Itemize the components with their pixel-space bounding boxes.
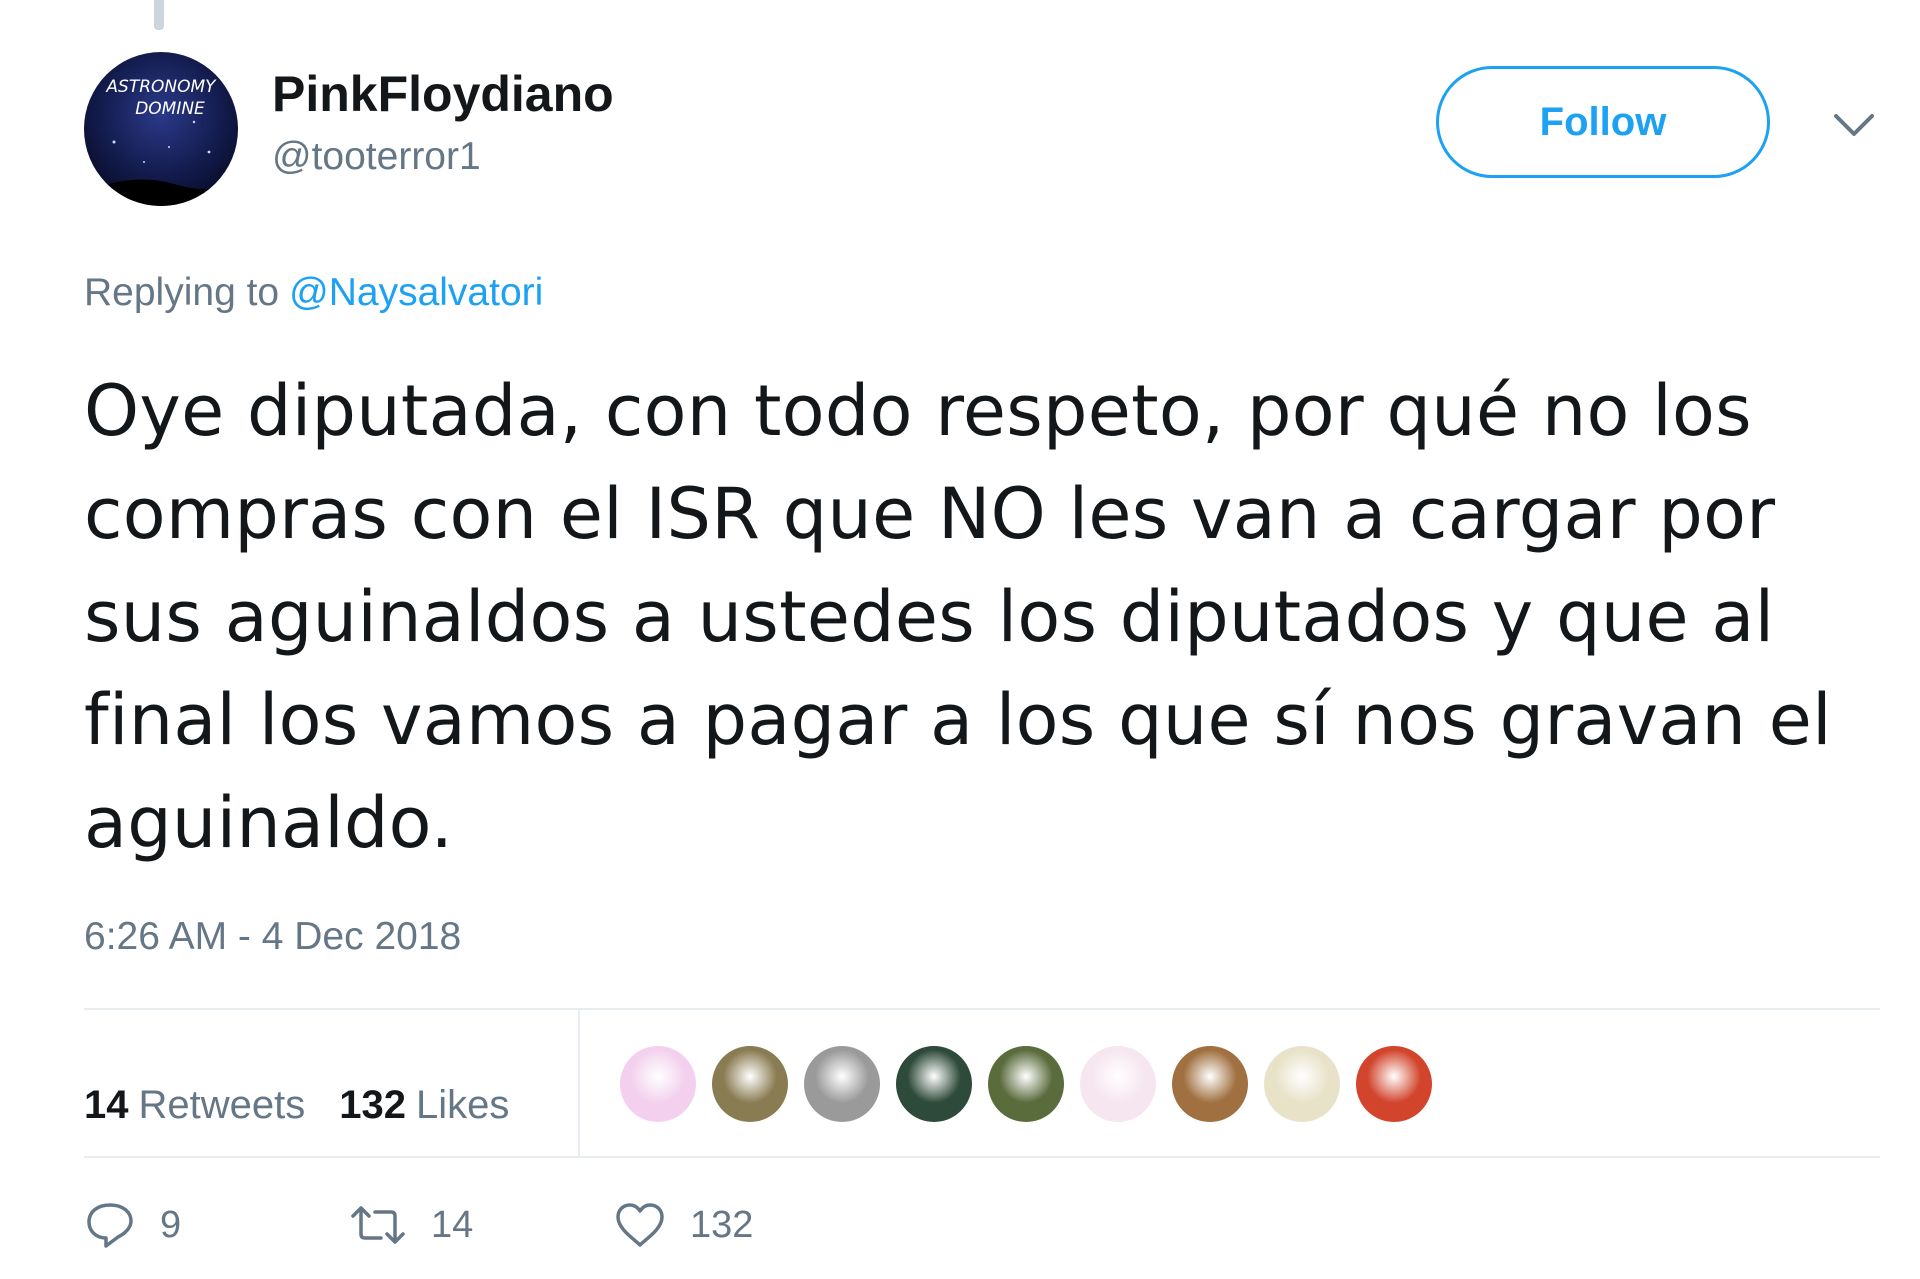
- author-avatar-image: ASTRONOMY DOMINE: [84, 52, 238, 206]
- chevron-down-icon[interactable]: [1832, 110, 1876, 140]
- tweet-text: Oye diputada, con todo respeto, por qué …: [84, 370, 1832, 864]
- liker-avatar-3[interactable]: [804, 1046, 880, 1122]
- stats-vertical-divider: [578, 1008, 580, 1158]
- retweets-stat[interactable]: 14 Retweets: [84, 1083, 305, 1128]
- stats-top-divider: [84, 1008, 1880, 1010]
- author-display-name[interactable]: PinkFloydiano: [272, 64, 614, 124]
- liker-avatar-9[interactable]: [1356, 1046, 1432, 1122]
- liker-avatar-5[interactable]: [988, 1046, 1064, 1122]
- avatar-text-line2: DOMINE: [135, 99, 205, 119]
- retweets-stat-label: Retweets: [138, 1082, 306, 1127]
- follow-button[interactable]: Follow: [1436, 66, 1770, 178]
- retweet-count: 14: [431, 1203, 474, 1246]
- tweet-timestamp[interactable]: 6:26 AM - 4 Dec 2018: [84, 912, 461, 962]
- avatar-text-line1: ASTRONOMY: [105, 77, 217, 97]
- retweet-icon: [349, 1202, 407, 1248]
- like-button[interactable]: 132: [614, 1201, 753, 1249]
- thread-connector-line: [154, 0, 164, 30]
- reply-icon: [84, 1200, 136, 1250]
- tweet-actions: 9 14 132: [84, 1200, 753, 1250]
- liker-avatar-6[interactable]: [1080, 1046, 1156, 1122]
- likes-stat[interactable]: 132 Likes: [339, 1083, 509, 1128]
- likes-stat-count: 132: [339, 1082, 406, 1127]
- author-handle[interactable]: @tooterror1: [272, 132, 614, 182]
- reply-mention-link[interactable]: @Naysalvatori: [289, 271, 543, 314]
- liker-avatar-8[interactable]: [1264, 1046, 1340, 1122]
- reply-button[interactable]: 9: [84, 1200, 349, 1250]
- heart-icon: [614, 1201, 666, 1249]
- reply-count: 9: [160, 1203, 182, 1246]
- like-count: 132: [690, 1203, 754, 1246]
- replying-to-label: Replying to: [84, 271, 280, 314]
- tweet-stats: 14 Retweets 132 Likes: [84, 1050, 543, 1160]
- liker-avatar-4[interactable]: [896, 1046, 972, 1122]
- liker-avatar-7[interactable]: [1172, 1046, 1248, 1122]
- liker-avatar-1[interactable]: [620, 1046, 696, 1122]
- author-info: PinkFloydiano @tooterror1: [272, 64, 614, 182]
- likes-stat-label: Likes: [416, 1082, 510, 1127]
- author-avatar[interactable]: ASTRONOMY DOMINE: [84, 52, 238, 206]
- reply-context: Replying to @Naysalvatori: [84, 268, 543, 318]
- liker-avatar-2[interactable]: [712, 1046, 788, 1122]
- likers-avatar-list: [620, 1046, 1448, 1122]
- retweet-button[interactable]: 14: [349, 1202, 614, 1248]
- retweets-stat-count: 14: [84, 1082, 129, 1127]
